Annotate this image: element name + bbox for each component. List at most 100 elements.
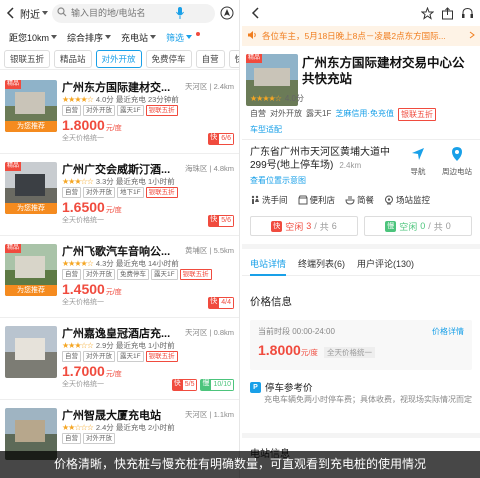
premium-badge: 精品	[5, 80, 22, 89]
tag-free-parking[interactable]: 免费停车	[145, 49, 192, 68]
slow-charger-count: 慢 10/10	[200, 379, 234, 391]
recommended-badge: 为您推荐	[5, 203, 57, 214]
parking-description: 充电车辆免两小时停车费；具体收费，视现场实际情况而定	[264, 395, 472, 404]
back-icon[interactable]	[4, 6, 16, 20]
tag-self-operated[interactable]: 自营	[195, 49, 225, 68]
distance: 2.4km	[213, 82, 234, 91]
station-rating: ★★★★☆ 4.0分	[250, 93, 304, 104]
station-tags: 自营 对外开放 露天1F 银联五折	[62, 105, 178, 116]
tag-self-operated: 自营	[250, 109, 266, 118]
premium-badge: 精品	[5, 162, 22, 171]
microphone-icon[interactable]	[175, 7, 185, 20]
share-icon[interactable]	[440, 6, 454, 20]
station-title: 广州东方国际建材交易中心公共快充站	[302, 56, 465, 86]
station-tag: 免费停车	[117, 269, 149, 280]
tab-terminal-list[interactable]: 终端列表(6)	[298, 254, 345, 275]
car-compatibility-link[interactable]: 车型适配	[250, 124, 282, 135]
tab-station-detail[interactable]: 电站详情	[250, 254, 287, 276]
section-divider	[242, 433, 480, 438]
station-tag: 对外开放	[83, 105, 115, 116]
search-bar: 附近	[0, 0, 239, 26]
tab-user-reviews[interactable]: 用户评论(130)	[357, 254, 414, 275]
location-dropdown[interactable]: 附近	[20, 6, 48, 21]
map-pin-icon	[449, 146, 465, 164]
station-list-item[interactable]: 精品 为您推荐 广州东方国际建材交... 天河区 | 2.4km ★★★★☆ 4.0分 最…	[0, 72, 239, 154]
star-icon[interactable]	[420, 6, 434, 20]
slow-label: 慢	[200, 379, 212, 391]
charger-counts: 快 4/4	[208, 297, 234, 309]
fast-value: 6/6	[219, 133, 234, 145]
station-name: 广州智晟大厦充电站	[62, 410, 161, 422]
price-time-period: 当前时段 00:00-24:00	[258, 327, 335, 336]
slow-free-count: 0	[420, 221, 426, 231]
navigate-button[interactable]: 导航	[410, 146, 426, 177]
customer-service-icon[interactable]	[460, 6, 474, 20]
filter-distance[interactable]: 距您10km	[4, 31, 62, 44]
navigation-icon[interactable]	[219, 5, 235, 21]
station-distance: 黄埔区 | 5.5km	[184, 246, 234, 255]
charger-counts: 快 5/6	[208, 215, 234, 227]
back-icon[interactable]	[248, 6, 262, 20]
tag-public: 对外开放	[270, 109, 302, 118]
station-tags: 自营 对外开放 地下1F 银联五折	[62, 187, 178, 198]
station-list-item[interactable]: 广州嘉逸皇冠酒店充... 天河区 | 0.8km ★★★☆☆ 2.9分 最近充电 1小…	[0, 318, 239, 400]
distance: 1.1km	[213, 410, 234, 419]
food-icon	[345, 195, 355, 205]
station-rating: ★★★★☆ 4.3分 最近充电 14小时前	[62, 258, 179, 269]
station-tag: 银联五折	[145, 105, 178, 116]
station-tag: 对外开放	[83, 351, 115, 362]
station-list-item[interactable]: 精品 为您推荐 广州飞歌汽车音响公... 黄埔区 | 5.5km ★★★★☆ 4.3分 最…	[0, 236, 239, 318]
price-detail-link[interactable]: 价格详情	[432, 326, 464, 337]
rating-stars: ★★★★☆	[62, 259, 94, 268]
station-name: 广州飞歌汽车音响公...	[62, 246, 171, 258]
station-tag: 银联五折	[145, 187, 178, 198]
station-distance: 天河区 | 1.1km	[184, 410, 234, 419]
district: 黄埔区	[184, 246, 208, 255]
facility-label: 简餐	[357, 195, 375, 205]
filter-sort[interactable]: 综合排序	[62, 31, 116, 44]
station-tag: 地下1F	[117, 187, 144, 198]
fast-badge: 快	[271, 220, 283, 232]
station-list-item[interactable]: 精品 为您推荐 广州广交会威斯汀酒... 海珠区 | 4.8km ★★★☆☆ 3.3分 最…	[0, 154, 239, 236]
filter-type[interactable]: 充电站	[116, 31, 161, 44]
station-tags: 自营 对外开放 免费停车 露天1F 银联五折	[62, 269, 212, 280]
price-unit: 元/度	[105, 289, 122, 296]
fast-charger-status[interactable]: 快 空闲 3 / 共 6	[250, 216, 358, 236]
notice-text: 各位车主，5月18日晚上8点－凌晨2点东方国际...	[262, 31, 446, 41]
station-tag: 对外开放	[83, 269, 115, 280]
tag-premium[interactable]: 精品站	[54, 49, 92, 68]
search-input[interactable]	[71, 8, 171, 18]
facilities: 洗手间 便利店 简餐 场站监控	[250, 194, 430, 206]
search-field[interactable]	[52, 3, 215, 23]
station-rating: ★★★☆☆ 2.9分 最近充电 1小时前	[62, 340, 175, 351]
district: 天河区	[184, 410, 208, 419]
nearby-stations-button[interactable]: 周边电站	[442, 146, 472, 177]
facility-store: 便利店	[298, 194, 335, 206]
station-distance: 天河区 | 0.8km	[184, 328, 234, 337]
station-tag: 自营	[62, 351, 81, 362]
fast-value: 5/6	[219, 215, 234, 227]
station-name: 广州广交会威斯汀酒...	[62, 164, 171, 176]
tag-unionpay[interactable]: 银联五折	[4, 49, 51, 68]
location-map-link[interactable]: 查看位置示意图	[250, 175, 306, 186]
price-unit: 元/度	[300, 348, 318, 357]
tag-fast[interactable]: 快	[228, 49, 239, 68]
district: 天河区	[184, 82, 208, 91]
slow-charger-status[interactable]: 慢 空闲 0 / 共 0	[364, 216, 472, 236]
fast-total-count: 6	[331, 221, 337, 231]
fast-label: 快	[208, 133, 220, 145]
station-distance: 海珠区 | 4.8km	[184, 164, 234, 173]
parking-section: P 停车参考价	[250, 380, 313, 394]
facility-label: 洗手间	[262, 195, 288, 205]
price-note: 全天价格统一	[324, 347, 375, 358]
price-card: 当前时段 00:00-24:00 价格详情 1.8000元/度 全天价格统一	[250, 320, 472, 370]
notice-banner[interactable]: 各位车主，5月18日晚上8点－凌晨2点东方国际...	[242, 26, 480, 46]
station-tags: 自营 对外开放	[62, 433, 115, 444]
slow-value: 10/10	[211, 379, 234, 391]
district: 天河区	[184, 328, 208, 337]
station-distance: 天河区 | 2.4km	[184, 82, 234, 91]
fast-charger-count: 快 5/6	[208, 215, 234, 227]
chevron-right-icon	[469, 31, 475, 41]
tag-public[interactable]: 对外开放	[95, 49, 142, 68]
filter-screen[interactable]: 筛选	[161, 31, 205, 44]
